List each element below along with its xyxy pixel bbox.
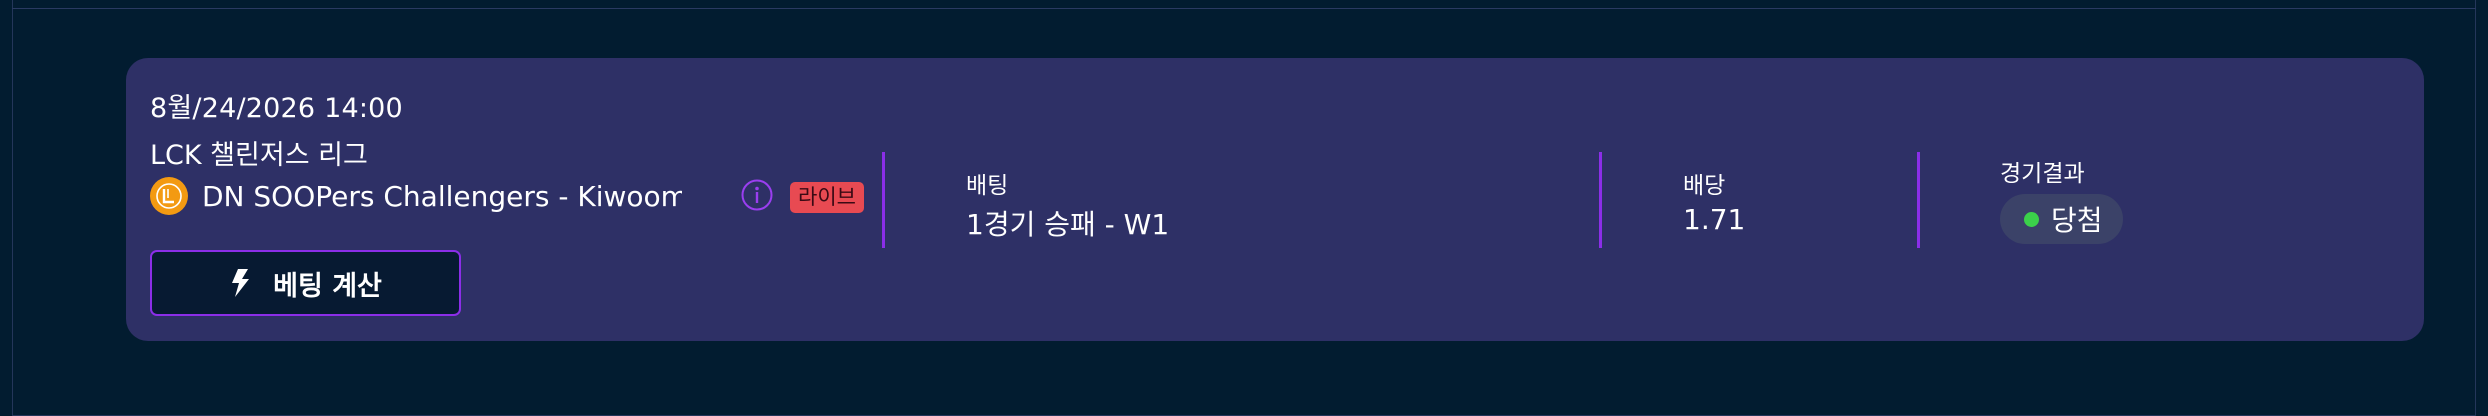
- result-value: 당첨: [2051, 204, 2103, 237]
- result-label: 경기결과: [2000, 161, 2085, 187]
- bet-type-value: 1경기 승패 - W1: [966, 208, 1170, 241]
- divider-bet: [882, 152, 885, 248]
- result-status-dot: [2024, 211, 2039, 227]
- bet-calculate-button[interactable]: 베팅 계산: [150, 250, 461, 316]
- bet-type-label: 배팅: [966, 173, 1009, 199]
- league-name: LCK 챌린저스 리그: [150, 140, 368, 171]
- team-row: DN SOOPers Challengers - Kiwoom D... 라이브: [150, 176, 864, 216]
- result-badge: 당첨: [2000, 194, 2123, 244]
- match-date: 8월/24/2026 14:00: [150, 93, 403, 124]
- bet-history-card: 8월/24/2026 14:00 LCK 챌린저스 리그 DN SOOPers …: [126, 58, 2424, 341]
- odds-label: 배당: [1683, 173, 1726, 199]
- league-logo-icon: [150, 177, 188, 215]
- lightning-icon: [232, 269, 250, 297]
- live-badge: 라이브: [790, 182, 864, 213]
- match-teams: DN SOOPers Challengers - Kiwoom D...: [202, 179, 682, 213]
- divider-odds: [1599, 152, 1602, 248]
- top-divider: [12, 8, 2476, 9]
- info-icon[interactable]: [740, 178, 774, 212]
- odds-value: 1.71: [1683, 203, 1746, 236]
- bet-calculate-label: 베팅 계산: [273, 270, 382, 302]
- divider-result: [1917, 152, 1920, 248]
